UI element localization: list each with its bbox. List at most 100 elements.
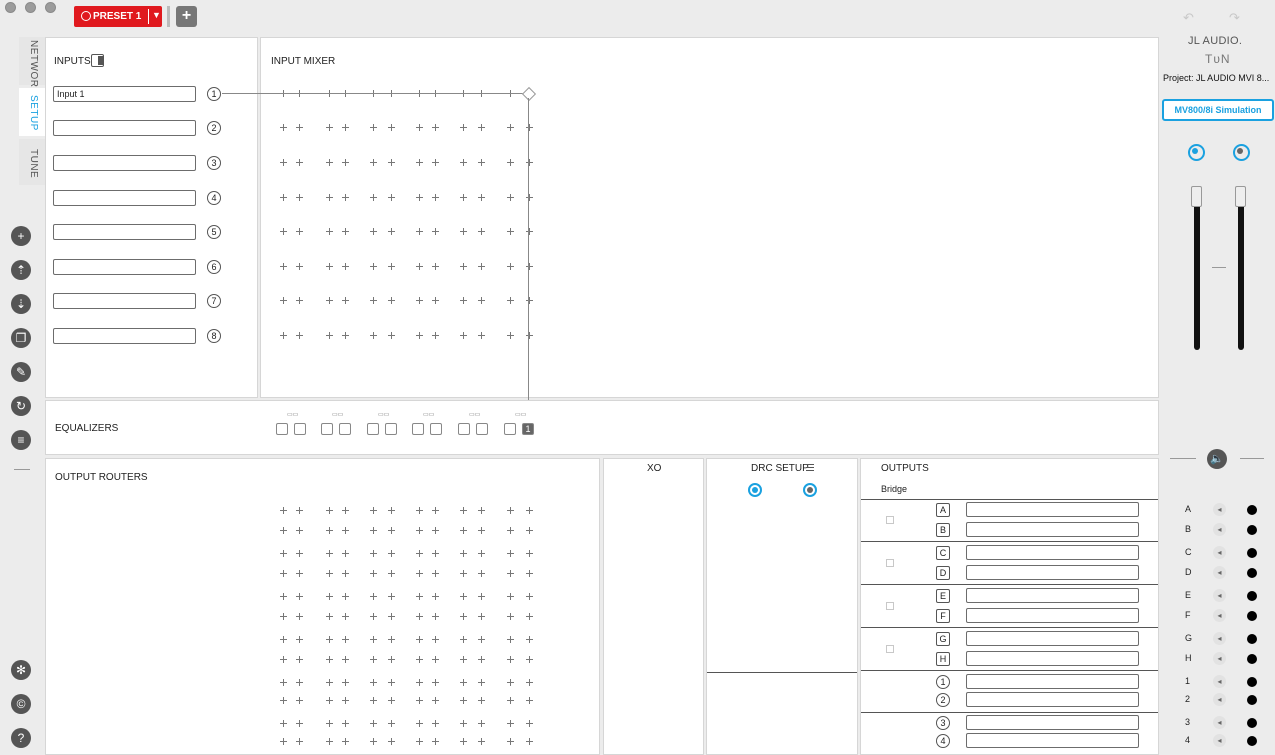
router-cell[interactable] [370,507,377,514]
mixer-cell[interactable] [507,228,514,235]
mixer-cell[interactable] [296,194,303,201]
add-icon[interactable]: + [11,226,31,246]
mixer-cell[interactable] [342,263,349,270]
router-cell[interactable] [416,570,423,577]
mute-speaker-icon[interactable]: ◂ [1213,609,1226,622]
mixer-cell[interactable] [342,332,349,339]
simulation-button[interactable]: MV800/8i Simulation [1162,99,1274,121]
output-name-field[interactable] [966,588,1139,603]
router-cell[interactable] [342,613,349,620]
router-cell[interactable] [526,738,533,745]
mixer-cell[interactable] [342,297,349,304]
mixer-cell[interactable] [296,263,303,270]
mixer-cell[interactable] [280,159,287,166]
mixer-cell[interactable] [416,124,423,131]
copy-icon[interactable]: ❐ [11,328,31,348]
mixer-cell[interactable] [280,332,287,339]
copyright-icon[interactable]: © [11,694,31,714]
window-zoom-button[interactable] [45,2,56,13]
router-cell[interactable] [326,656,333,663]
mixer-cell[interactable] [460,297,467,304]
mixer-cell[interactable] [478,263,485,270]
router-cell[interactable] [478,613,485,620]
router-cell[interactable] [388,697,395,704]
mixer-cell[interactable] [326,263,333,270]
router-cell[interactable] [326,613,333,620]
input-name-field[interactable] [53,190,196,206]
eq-slot[interactable] [412,423,424,435]
mute-speaker-icon[interactable]: ◂ [1213,716,1226,729]
router-cell[interactable] [342,570,349,577]
router-cell[interactable] [526,527,533,534]
add-preset-button[interactable]: + [176,6,197,27]
router-cell[interactable] [280,593,287,600]
refresh-icon[interactable]: ↻ [11,396,31,416]
drc-radio-right[interactable] [803,483,817,497]
bridge-checkbox[interactable] [886,602,894,610]
layout-toggle-icon[interactable] [91,54,104,67]
eq-link-icon[interactable]: ▭▭ [378,411,389,418]
meter-left-radio[interactable] [1188,144,1205,161]
mixer-cell[interactable] [326,297,333,304]
router-cell[interactable] [460,679,467,686]
eq-slot[interactable] [339,423,351,435]
router-cell[interactable] [280,738,287,745]
router-cell[interactable] [388,656,395,663]
mixer-cell[interactable] [388,332,395,339]
router-cell[interactable] [280,550,287,557]
router-cell[interactable] [326,697,333,704]
mixer-cell[interactable] [296,332,303,339]
router-cell[interactable] [460,593,467,600]
router-cell[interactable] [326,570,333,577]
router-cell[interactable] [342,507,349,514]
router-cell[interactable] [526,697,533,704]
output-name-field[interactable] [966,608,1139,623]
router-cell[interactable] [432,738,439,745]
output-name-field[interactable] [966,733,1139,748]
router-cell[interactable] [370,550,377,557]
router-cell[interactable] [296,679,303,686]
mute-speaker-icon[interactable]: ◂ [1213,675,1226,688]
drc-radio-left[interactable] [748,483,762,497]
router-cell[interactable] [416,720,423,727]
mute-speaker-icon[interactable]: ◂ [1213,523,1226,536]
router-cell[interactable] [342,550,349,557]
mixer-cell[interactable] [478,332,485,339]
router-cell[interactable] [388,570,395,577]
mixer-cell[interactable] [370,159,377,166]
router-cell[interactable] [432,507,439,514]
mixer-cell[interactable] [326,159,333,166]
router-cell[interactable] [370,636,377,643]
mixer-cell[interactable] [342,124,349,131]
mixer-cell[interactable] [296,159,303,166]
mixer-cell[interactable] [460,228,467,235]
left-fader-handle[interactable] [1191,186,1202,207]
redo-icon[interactable]: ↷ [1229,10,1240,26]
router-cell[interactable] [326,550,333,557]
router-cell[interactable] [296,527,303,534]
router-cell[interactable] [370,613,377,620]
router-cell[interactable] [296,636,303,643]
router-cell[interactable] [526,550,533,557]
router-cell[interactable] [478,636,485,643]
eq-link-icon[interactable]: ▭▭ [423,411,434,418]
input-name-field[interactable] [53,259,196,275]
router-cell[interactable] [370,656,377,663]
mixer-cell[interactable] [370,228,377,235]
router-cell[interactable] [432,613,439,620]
input-name-field[interactable] [53,224,196,240]
router-cell[interactable] [507,636,514,643]
router-cell[interactable] [526,679,533,686]
router-cell[interactable] [460,656,467,663]
tab-setup[interactable]: SETUP [19,88,45,136]
mixer-cell[interactable] [296,297,303,304]
output-name-field[interactable] [966,565,1139,580]
router-cell[interactable] [342,720,349,727]
router-cell[interactable] [526,656,533,663]
mixer-cell[interactable] [460,332,467,339]
mixer-cell[interactable] [326,194,333,201]
output-name-field[interactable] [966,502,1139,517]
router-cell[interactable] [478,656,485,663]
preset-selector[interactable]: PRESET 1 ▼ [74,6,162,27]
router-cell[interactable] [296,656,303,663]
